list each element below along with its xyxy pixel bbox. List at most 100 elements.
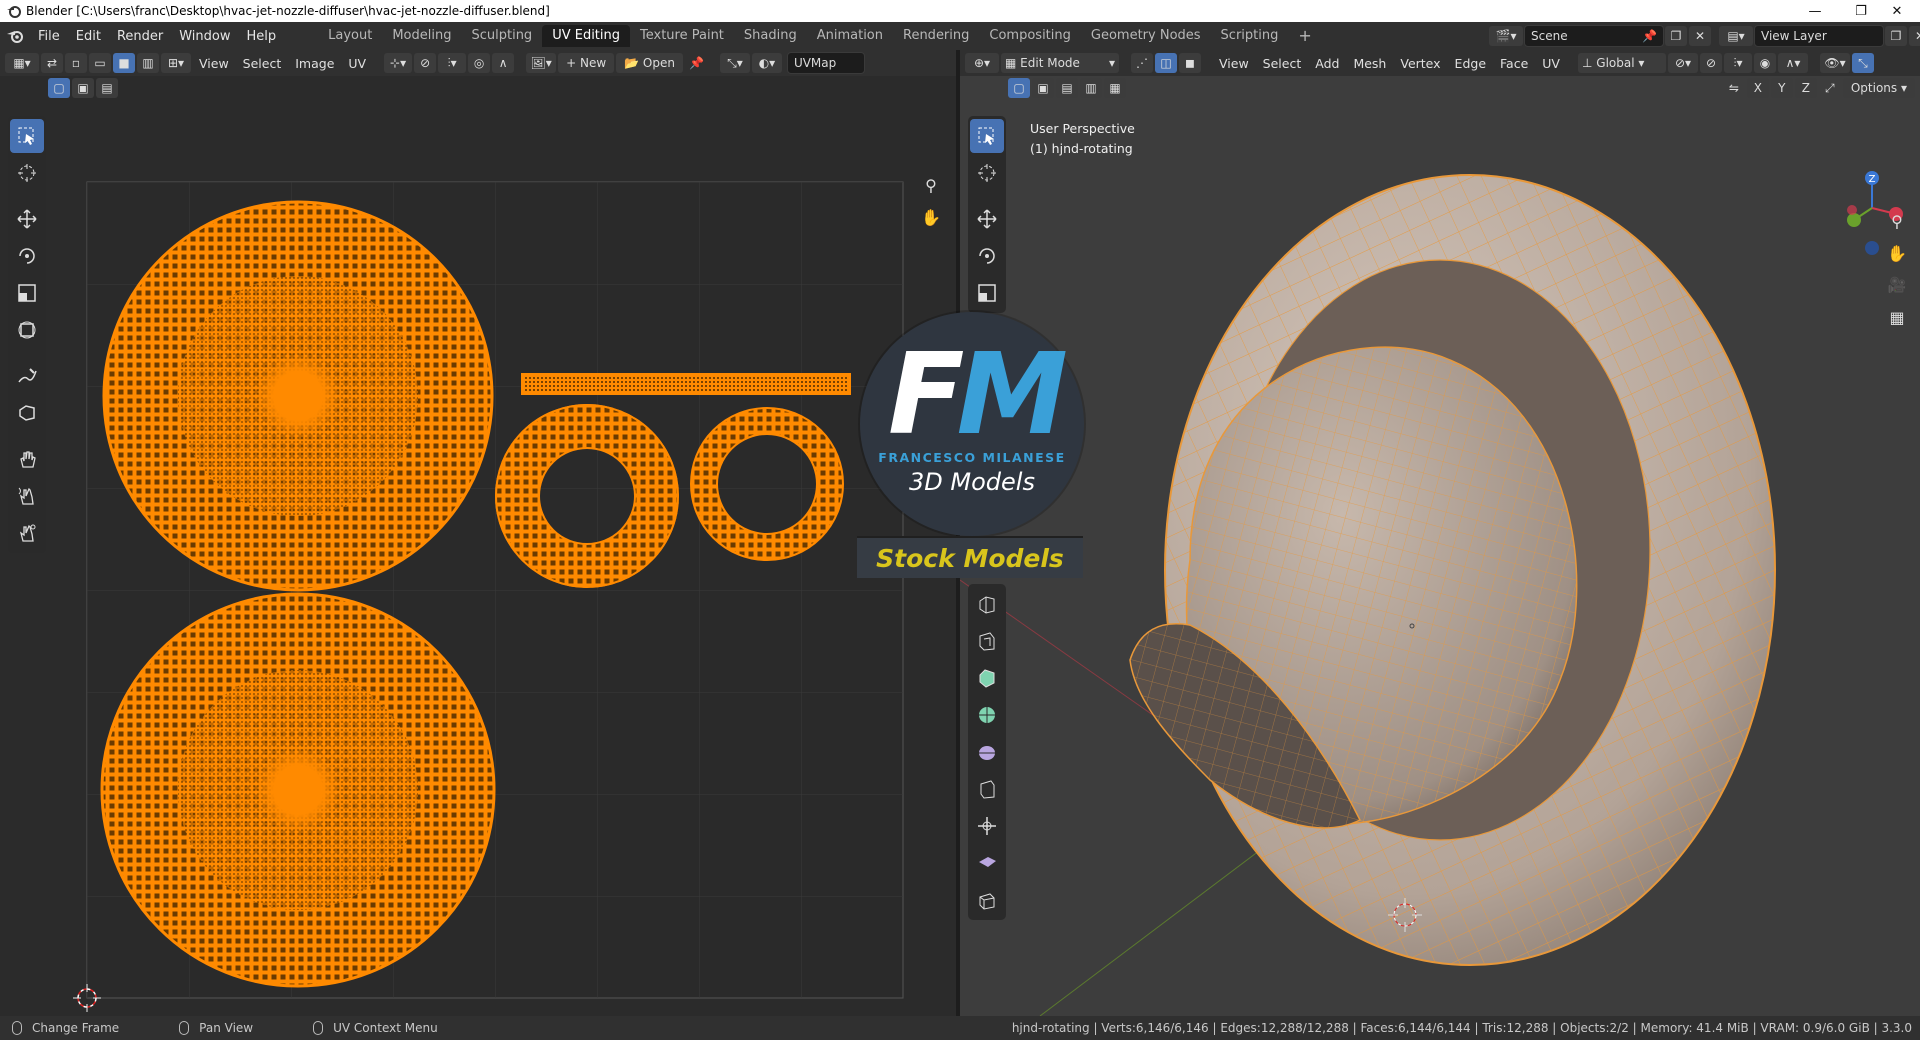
sync-selection-icon[interactable]: ⇄ <box>41 53 63 73</box>
mirror-icon[interactable]: ⇋ <box>1723 78 1745 98</box>
tab-texture-paint[interactable]: Texture Paint <box>630 25 734 47</box>
face-mode-icon[interactable]: ◼ <box>1179 53 1201 73</box>
gizmo-neg-x-icon[interactable] <box>1847 205 1857 215</box>
uv-menu-select[interactable]: Select <box>236 56 289 71</box>
menu-file[interactable]: File <box>30 29 68 44</box>
uv-menu-uv[interactable]: UV <box>341 56 373 71</box>
mode-selector[interactable]: ▦ Edit Mode ▾ <box>1001 53 1119 73</box>
vp-menu-face[interactable]: Face <box>1493 56 1535 71</box>
options-button[interactable]: Options ▾ <box>1842 78 1915 98</box>
viewport-editor-type-icon[interactable]: ⊕▾ <box>965 53 999 73</box>
gizmo-toggle-icon[interactable]: ⤡▾ <box>719 53 750 73</box>
snap-target-icon[interactable]: ⫶▾ <box>438 53 467 73</box>
viewport-canvas[interactable] <box>960 100 1920 1016</box>
close-button[interactable]: ✕ <box>1874 0 1920 22</box>
vp-menu-add[interactable]: Add <box>1308 56 1346 71</box>
delete-scene-icon[interactable]: ✕ <box>1689 26 1711 46</box>
vp-snap-target-icon[interactable]: ⫶▾ <box>1723 53 1752 73</box>
pin-icon[interactable]: 📌 <box>1642 29 1657 43</box>
vp-select-invert-icon[interactable]: ▥ <box>1080 78 1102 98</box>
vp-pivot-icon[interactable]: ⊘▾ <box>1667 53 1698 73</box>
tab-sculpting[interactable]: Sculpting <box>461 25 542 47</box>
menu-edit[interactable]: Edit <box>68 29 109 44</box>
spin-tool-icon[interactable] <box>970 809 1004 843</box>
select-box-mode-icon[interactable]: ▢ <box>48 78 70 98</box>
vp-select-box-tool-icon[interactable] <box>970 119 1004 153</box>
extrude-tool-icon[interactable] <box>970 587 1004 621</box>
rotate-tool-icon[interactable] <box>10 239 44 273</box>
transform-tool-icon[interactable] <box>10 313 44 347</box>
image-browse-icon[interactable]: 🖼▾ <box>526 53 557 73</box>
uv-menu-image[interactable]: Image <box>288 56 341 71</box>
shear-tool-icon[interactable] <box>970 883 1004 917</box>
auto-merge-icon[interactable]: ⤢ <box>1819 78 1841 98</box>
view-layer-field[interactable]: View Layer <box>1754 25 1884 47</box>
tab-uv-editing[interactable]: UV Editing <box>542 25 631 47</box>
mirror-z-button[interactable]: Z <box>1794 78 1817 98</box>
pin-image-icon[interactable]: 📌 <box>685 53 708 73</box>
cursor-tool-icon[interactable] <box>10 156 44 190</box>
visibility-icon[interactable]: 👁▾ <box>1819 53 1850 73</box>
scene-field[interactable]: Scene 📌 <box>1524 25 1664 47</box>
menu-window[interactable]: Window <box>171 29 238 44</box>
proportional-edit-icon[interactable]: ◎ <box>468 53 491 73</box>
vp-select-extend-icon[interactable]: ▣ <box>1032 78 1054 98</box>
loop-cut-tool-icon[interactable] <box>970 698 1004 732</box>
uv-menu-view[interactable]: View <box>192 56 236 71</box>
pivot-icon[interactable]: ⊹▾ <box>384 53 413 73</box>
vp-cursor-tool-icon[interactable] <box>970 156 1004 190</box>
uvmap-field[interactable]: UVMap <box>786 52 865 74</box>
new-image-button[interactable]: + New <box>558 53 615 73</box>
tab-geometry-nodes[interactable]: Geometry Nodes <box>1081 25 1211 47</box>
uv-zoom-icon[interactable]: ⚲ <box>918 172 944 198</box>
tab-shading[interactable]: Shading <box>734 25 807 47</box>
vp-scale-tool-icon[interactable] <box>970 276 1004 310</box>
select-extend-icon[interactable]: ▣ <box>72 78 94 98</box>
scale-tool-icon[interactable] <box>10 276 44 310</box>
view-layer-selector-icon[interactable]: ▤▾ <box>1719 26 1753 46</box>
knife-tool-icon[interactable] <box>970 735 1004 769</box>
delete-view-layer-icon[interactable]: ✕ <box>1909 26 1920 46</box>
vp-zoom-icon[interactable]: ⚲ <box>1884 208 1910 234</box>
snap-icon[interactable]: ⊘ <box>414 53 437 73</box>
vp-menu-edge[interactable]: Edge <box>1448 56 1493 71</box>
vp-move-tool-icon[interactable] <box>970 202 1004 236</box>
tab-compositing[interactable]: Compositing <box>979 25 1081 47</box>
vp-menu-uv[interactable]: UV <box>1535 56 1567 71</box>
mirror-x-button[interactable]: X <box>1746 78 1769 98</box>
vp-proportional-icon[interactable]: ◉ <box>1753 53 1776 73</box>
editor-type-icon[interactable]: ▦▾ <box>5 53 39 73</box>
new-view-layer-icon[interactable]: ❐ <box>1885 26 1907 46</box>
vp-snap-icon[interactable]: ⊘ <box>1699 53 1722 73</box>
select-box-tool-icon[interactable] <box>10 119 44 153</box>
minimize-button[interactable]: — <box>1792 0 1838 22</box>
face-select-icon[interactable]: ■ <box>113 53 135 73</box>
tab-scripting[interactable]: Scripting <box>1211 25 1289 47</box>
vp-falloff-icon[interactable]: ∧▾ <box>1777 53 1808 73</box>
gizmo-neg-z-icon[interactable] <box>1865 241 1879 255</box>
vp-menu-view[interactable]: View <box>1212 56 1256 71</box>
annotate-tool-icon[interactable] <box>10 359 44 393</box>
scene-selector-icon[interactable]: 🎬▾ <box>1489 26 1523 46</box>
vp-select-intersect-icon[interactable]: ▦ <box>1104 78 1126 98</box>
tab-layout[interactable]: Layout <box>318 25 382 47</box>
falloff-icon[interactable]: ∧ <box>492 53 515 73</box>
bevel-tool-icon[interactable] <box>970 661 1004 695</box>
blender-menu-icon[interactable] <box>0 28 30 44</box>
vp-menu-mesh[interactable]: Mesh <box>1346 56 1393 71</box>
move-tool-icon[interactable] <box>10 202 44 236</box>
uv-pan-icon[interactable]: ✋ <box>918 204 944 230</box>
vp-menu-vertex[interactable]: Vertex <box>1393 56 1447 71</box>
sticky-selection-icon[interactable]: ⊞▾ <box>161 53 191 73</box>
gizmo-y-icon[interactable] <box>1847 213 1861 227</box>
tab-animation[interactable]: Animation <box>807 25 893 47</box>
edge-select-icon[interactable]: ▭ <box>89 53 111 73</box>
island-select-icon[interactable]: ▥ <box>137 53 159 73</box>
vp-pan-icon[interactable]: ✋ <box>1884 240 1910 266</box>
orientation-selector[interactable]: ⊥ Global ▾ <box>1577 53 1666 73</box>
pinch-tool-icon[interactable] <box>10 516 44 550</box>
inset-tool-icon[interactable] <box>970 624 1004 658</box>
relax-tool-icon[interactable] <box>10 479 44 513</box>
select-subtract-icon[interactable]: ▤ <box>96 78 118 98</box>
mirror-y-button[interactable]: Y <box>1770 78 1793 98</box>
